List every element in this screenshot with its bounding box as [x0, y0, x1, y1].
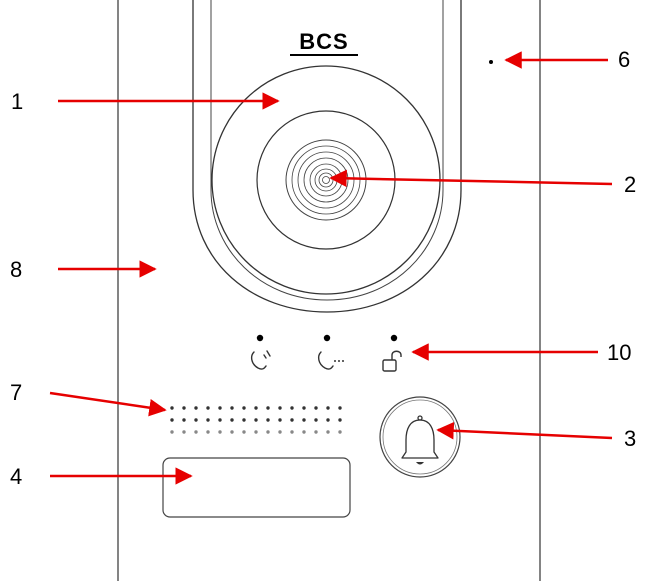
arrow-7: [49, 391, 167, 417]
grille-hole: [314, 430, 318, 434]
grille-hole: [290, 430, 294, 434]
grille-hole: [170, 430, 174, 434]
grille-hole: [302, 430, 306, 434]
grille-hole: [326, 418, 330, 422]
brand-logo: BCS: [290, 29, 358, 56]
grille-hole: [326, 406, 330, 410]
intercom-diagram: BCS: [49, 0, 613, 581]
brand-logo-text: BCS: [299, 29, 348, 54]
grille-hole: [230, 430, 234, 434]
grille-hole: [278, 430, 282, 434]
grille-hole: [206, 430, 210, 434]
unlock-icon: [382, 350, 402, 372]
arrow-3: [436, 421, 613, 440]
grille-hole: [194, 430, 198, 434]
grille-hole: [218, 430, 222, 434]
camera-lens: [285, 139, 367, 221]
calling-icon: [250, 350, 271, 370]
grille-hole: [290, 406, 294, 410]
callout-6: 6: [618, 47, 631, 72]
grille-hole: [230, 406, 234, 410]
grille-hole: [266, 406, 270, 410]
name-label-plate: [162, 457, 351, 518]
grille-hole: [242, 406, 246, 410]
callout-arrows: [49, 51, 613, 485]
grille-hole: [326, 430, 330, 434]
grille-hole: [206, 418, 210, 422]
grille-hole: [314, 418, 318, 422]
grille-hole: [170, 418, 174, 422]
grille-hole: [278, 418, 282, 422]
grille-hole: [338, 430, 342, 434]
grille-hole: [242, 418, 246, 422]
grille-hole: [218, 406, 222, 410]
status-led-3: [390, 334, 398, 342]
status-led-1: [256, 334, 264, 342]
callout-8: 8: [10, 257, 23, 282]
grille-hole: [194, 406, 198, 410]
front-panel: [117, 0, 541, 581]
status-led-2: [323, 334, 331, 342]
grille-hole: [290, 418, 294, 422]
grille-hole: [242, 430, 246, 434]
grille-hole: [182, 430, 186, 434]
grille-hole: [254, 406, 258, 410]
grille-hole: [194, 418, 198, 422]
grille-hole: [266, 418, 270, 422]
callout-4: 4: [10, 464, 23, 489]
callout-10: 10: [607, 340, 632, 365]
talking-icon: [317, 351, 334, 370]
grille-hole: [230, 418, 234, 422]
arrow-2: [329, 169, 613, 188]
grille-hole: [218, 418, 222, 422]
grille-hole: [182, 418, 186, 422]
grille-hole: [254, 418, 258, 422]
call-button[interactable]: [379, 396, 461, 478]
grille-hole: [278, 406, 282, 410]
grille-hole: [302, 406, 306, 410]
grille-hole: [254, 430, 258, 434]
grille-hole: [266, 430, 270, 434]
status-indicators: [250, 334, 402, 372]
microphone-hole: [489, 60, 493, 64]
callout-2: 2: [624, 172, 637, 197]
talking-dots: [334, 360, 344, 362]
grille-hole: [338, 418, 342, 422]
grille-hole: [170, 406, 174, 410]
grille-hole: [314, 406, 318, 410]
grille-hole: [206, 406, 210, 410]
grille-hole: [338, 406, 342, 410]
grille-hole: [182, 406, 186, 410]
callout-3: 3: [624, 426, 637, 451]
callout-1: 1: [11, 89, 24, 114]
speaker-grille: [170, 406, 342, 434]
callout-7: 7: [10, 380, 23, 405]
grille-hole: [302, 418, 306, 422]
